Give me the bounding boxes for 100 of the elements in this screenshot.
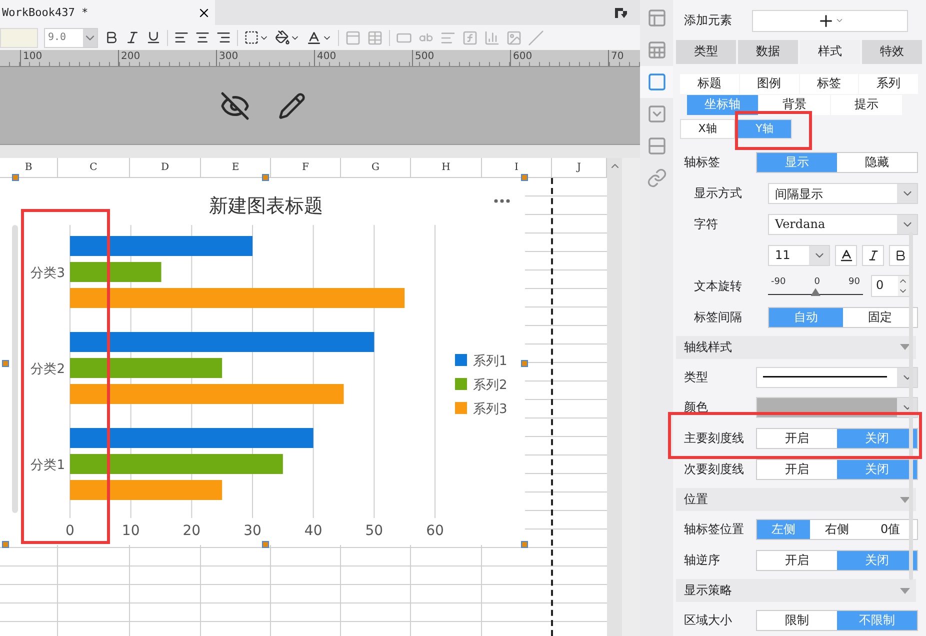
resize-handle[interactable]	[2, 541, 9, 548]
slider-track[interactable]	[768, 287, 863, 296]
slider-tick-label: 90	[848, 277, 860, 288]
ruler-label: 100	[20, 50, 118, 66]
tab[interactable]: 数据	[738, 40, 798, 64]
toggle-group[interactable]: 开启 关闭	[756, 459, 918, 480]
sidebar-tab[interactable]	[640, 66, 673, 98]
collapse-triangle-icon	[900, 344, 910, 350]
legend-label: 系列2	[473, 378, 508, 393]
tab[interactable]: 标题	[680, 74, 739, 94]
function-icon[interactable]	[462, 30, 478, 46]
ruler-label: 200	[118, 50, 216, 66]
tab[interactable]: 特效	[862, 40, 922, 64]
column-header[interactable]: F	[271, 158, 341, 177]
section-header[interactable]: 显示策略	[676, 579, 916, 602]
align-center-icon[interactable]	[195, 30, 210, 45]
dropdown[interactable]: Verdana	[768, 214, 918, 235]
resize-handle[interactable]	[262, 541, 269, 548]
panel-icon[interactable]	[345, 30, 361, 46]
toggle-group[interactable]: 左侧 右侧 0值	[756, 519, 918, 540]
field-label: 区域大小	[684, 612, 733, 630]
table-info-icon	[646, 40, 666, 60]
font-color-icon[interactable]	[306, 30, 332, 46]
frame-icon	[646, 72, 666, 92]
scrollbar[interactable]	[607, 158, 622, 636]
collapse-triangle-icon	[900, 588, 910, 594]
italic-button[interactable]	[862, 244, 884, 266]
toggle-group[interactable]: 自动 固定	[768, 306, 918, 328]
toggle-group[interactable]: 显示 隐藏	[756, 152, 918, 173]
font-size-dropdown[interactable]: 11	[768, 244, 830, 266]
legend-label: 系列1	[473, 354, 508, 369]
tab[interactable]: 类型	[676, 40, 736, 64]
resize-handle[interactable]	[521, 541, 528, 548]
toggle-option[interactable]: 开启	[757, 460, 837, 480]
bar-chart-icon[interactable]	[484, 30, 500, 46]
tab[interactable]: 系列	[859, 74, 918, 94]
toggle-option[interactable]: 开启	[757, 429, 837, 448]
font-color-icon	[838, 248, 854, 263]
axis-label: 50	[365, 523, 384, 539]
bold-icon[interactable]	[104, 30, 119, 45]
resize-handle[interactable]	[12, 174, 19, 181]
resize-handle[interactable]	[521, 174, 528, 181]
toggle-group[interactable]: 开启 关闭	[756, 550, 918, 572]
field-label: 添加元素	[684, 12, 733, 30]
toggle-option[interactable]: 开启	[757, 551, 837, 570]
font-color-button[interactable]	[835, 244, 857, 266]
align-left-icon[interactable]	[174, 30, 189, 45]
toggle-group[interactable]: 限制 不限制	[756, 610, 918, 632]
ruler-label: 500	[412, 50, 510, 66]
column-header[interactable]: G	[341, 158, 411, 177]
more-icon[interactable]	[494, 199, 510, 203]
toggle-option[interactable]: 0值	[864, 520, 917, 540]
table-icon[interactable]	[367, 30, 383, 46]
column-header[interactable]: D	[130, 158, 201, 177]
font-dropdown[interactable]	[0, 28, 38, 48]
italic-icon[interactable]	[125, 30, 140, 45]
pencil-icon[interactable]	[278, 92, 306, 120]
axis-label: 20	[182, 523, 201, 539]
rows-icon	[646, 136, 666, 156]
border-icon[interactable]	[244, 30, 269, 45]
toggle-option[interactable]: 固定	[843, 308, 917, 327]
bold-button[interactable]	[889, 244, 911, 266]
slash-icon[interactable]	[528, 30, 544, 46]
resize-handle[interactable]	[521, 360, 528, 367]
add-element-button[interactable]	[752, 10, 908, 32]
toggle-option[interactable]: 限制	[757, 611, 837, 630]
underline-icon[interactable]	[146, 30, 161, 45]
field-label: 类型	[684, 368, 709, 386]
field-label: 字符	[694, 216, 719, 233]
toggle-option[interactable]: 右侧	[810, 520, 864, 540]
tab[interactable]: X轴	[680, 118, 735, 139]
solid-line-icon	[763, 376, 887, 378]
tab[interactable]: 提示	[831, 94, 902, 115]
toggle-group[interactable]: 开启 关闭	[756, 428, 918, 450]
section-header[interactable]: 轴线样式	[676, 336, 916, 359]
layout-icon	[646, 8, 666, 28]
section-header[interactable]: 位置	[676, 488, 916, 512]
resize-handle[interactable]	[2, 360, 9, 367]
scrollbar[interactable]	[909, 232, 913, 580]
window-menu-icon[interactable]	[614, 6, 628, 18]
category-label: 分类2	[30, 362, 65, 377]
line-style-dropdown[interactable]	[756, 366, 918, 388]
tab[interactable]: 标签	[800, 74, 858, 94]
eye-off-icon[interactable]	[220, 90, 250, 120]
tab[interactable]: 样式	[800, 40, 860, 64]
number-input[interactable]: 0	[871, 275, 911, 298]
fill-bucket-icon[interactable]	[275, 30, 300, 45]
toggle-option[interactable]: 隐藏	[837, 152, 917, 172]
align-right-icon[interactable]	[216, 30, 231, 45]
column-header[interactable]: H	[411, 158, 482, 177]
image-icon[interactable]	[506, 30, 522, 46]
dropdown[interactable]: 间隔显示	[768, 182, 918, 204]
column-header[interactable]: C	[58, 158, 130, 177]
document-tab[interactable]: WorkBook437 *	[0, 0, 215, 25]
font-size-dropdown[interactable]: 9.0	[44, 28, 98, 48]
axis-label: 30	[244, 523, 262, 539]
tab[interactable]: 图例	[740, 74, 798, 94]
slider-thumb[interactable]	[810, 288, 820, 296]
axis-label: 40	[304, 523, 322, 539]
resize-handle[interactable]	[262, 174, 269, 181]
